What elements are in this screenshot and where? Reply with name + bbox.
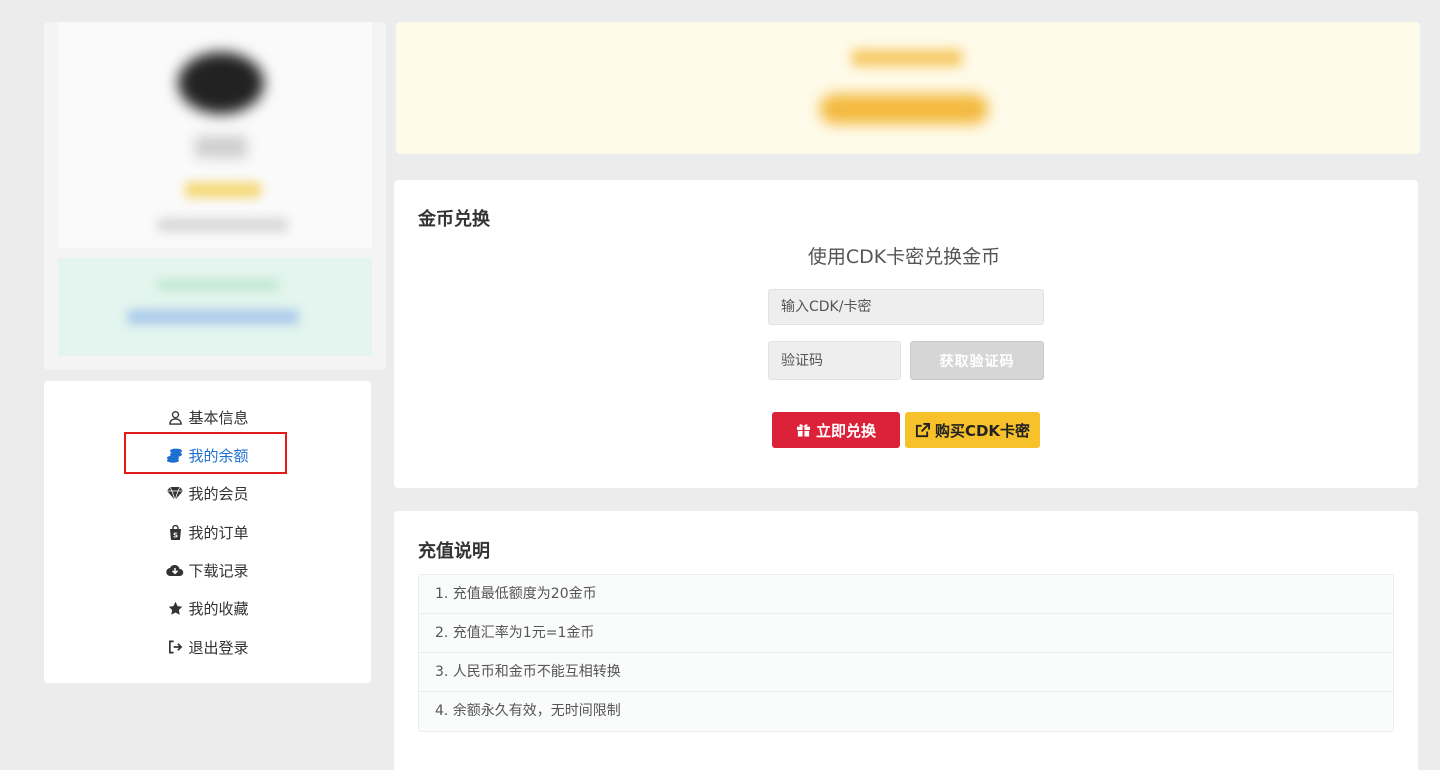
diamond-icon [166,484,184,502]
cdk-input[interactable] [768,289,1044,325]
buy-cdk-label: 购买CDK卡密 [934,421,1031,440]
list-item: 1. 充值最低额度为20金币 [419,575,1393,614]
info-title: 充值说明 [418,541,490,562]
logout-icon [166,638,184,656]
svg-text:S: S [173,531,178,539]
user-icon [166,408,184,426]
list-item: 2. 充值汇率为1元=1金币 [419,614,1393,653]
sidebar-item-orders[interactable]: S 我的订单 [44,519,371,545]
external-link-icon [915,422,931,438]
sidebar-item-balance[interactable]: 我的余额 [44,442,371,468]
list-item: 4. 余额永久有效，无时间限制 [435,703,621,719]
stats-label-blurred [158,280,278,290]
sidebar-item-label: 退出登录 [188,638,249,657]
verification-code-input[interactable] [768,341,901,380]
banner-text-blurred [852,50,962,66]
coins-icon [166,446,184,464]
vip-badge-blurred [185,182,261,198]
star-icon [166,599,184,617]
cloud-download-icon [166,561,184,579]
sidebar-item-downloads[interactable]: 下载记录 [44,557,371,583]
profile-header [58,22,372,248]
list-item: 3. 人民币和金币不能互相转换 [419,653,1393,692]
user-meta-blurred [158,218,288,232]
stats-links-blurred[interactable] [128,310,298,324]
page: 基本信息 我的余额 我的会员 S 我的订单 下载记录 我的收藏 退出登录 金币兑… [0,0,1440,770]
recharge-info-card: 充值说明 1. 充值最低额度为20金币 2. 充值汇率为1元=1金币 3. 人民… [394,511,1418,770]
sidebar-item-label: 我的余额 [188,446,249,465]
sidebar-item-basic-info[interactable]: 基本信息 [44,404,371,430]
info-list: 1. 充值最低额度为20金币 2. 充值汇率为1元=1金币 3. 人民币和金币不… [418,574,1394,732]
profile-card [44,22,386,370]
avatar[interactable] [178,52,264,114]
sidebar-item-favorites[interactable]: 我的收藏 [44,595,371,621]
redeem-button[interactable]: 立即兑换 [772,412,900,448]
sidebar-item-label: 我的会员 [188,484,249,503]
gift-icon [796,422,812,438]
username-blurred [195,136,247,158]
sidebar-menu: 基本信息 我的余额 我的会员 S 我的订单 下载记录 我的收藏 退出登录 [44,381,371,683]
exchange-title: 金币兑换 [418,209,490,230]
banner-button-blurred[interactable] [820,94,988,124]
sidebar-item-label: 下载记录 [188,561,249,580]
profile-stats [58,258,372,356]
coin-exchange-card: 金币兑换 使用CDK卡密兑换金币 获取验证码 立即兑换 购买CDK卡密 [394,180,1418,488]
promo-banner[interactable] [396,22,1420,154]
redeem-label: 立即兑换 [815,421,876,440]
exchange-subtitle: 使用CDK卡密兑换金币 [807,246,1001,268]
get-code-button[interactable]: 获取验证码 [910,341,1044,380]
sidebar-item-membership[interactable]: 我的会员 [44,480,371,506]
sidebar-item-label: 基本信息 [188,408,249,427]
sidebar-item-label: 我的收藏 [188,599,249,618]
shopping-bag-icon: S [166,523,184,541]
sidebar-item-logout[interactable]: 退出登录 [44,634,371,660]
buy-cdk-button[interactable]: 购买CDK卡密 [905,412,1040,448]
sidebar-item-label: 我的订单 [188,523,249,542]
